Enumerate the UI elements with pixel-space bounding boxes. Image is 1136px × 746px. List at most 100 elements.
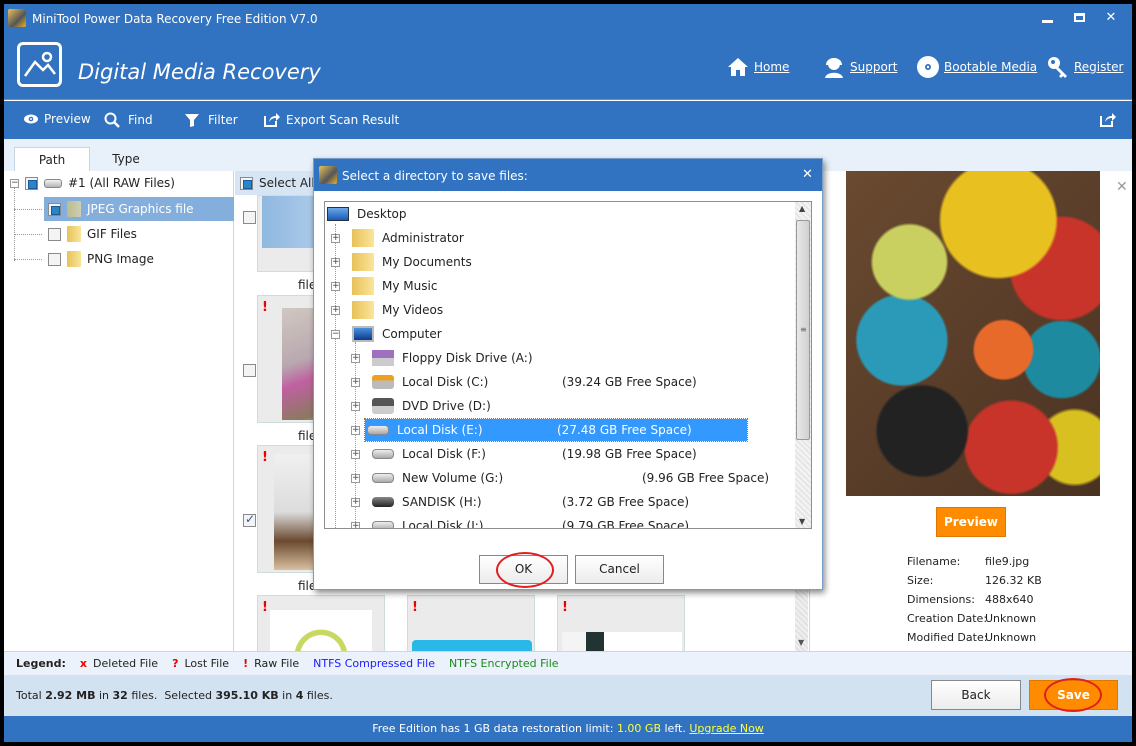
back-button[interactable]: Back [931,680,1021,710]
file-checkbox[interactable] [243,512,256,527]
directory-label: Local Disk (F:) [402,447,486,461]
directory-row[interactable]: + Administrator [331,227,542,249]
status-row: Total 2.92 MB in 32 files. Selected 395.… [4,675,1132,716]
directory-row[interactable]: Desktop [327,203,517,225]
status-text: in [278,689,296,702]
expand-icon[interactable]: + [351,353,360,363]
expand-icon[interactable]: + [351,497,360,507]
tree-item-gif[interactable]: GIF Files [48,222,137,246]
user-folder-icon [352,229,374,247]
nav-register[interactable]: Register [1046,55,1123,79]
file-thumbnail[interactable]: ! [257,595,385,656]
expand-icon[interactable]: + [351,425,360,435]
deleted-marker-icon: x [79,657,88,670]
directory-row[interactable]: + Floppy Disk Drive (A:) [351,347,562,369]
file-checkbox[interactable] [243,211,256,224]
expand-icon[interactable]: + [351,473,360,483]
minimize-button[interactable] [1037,10,1057,28]
directory-tree: Desktop + Administrator + My Documents + My Mu… [324,201,812,529]
search-icon [104,112,120,128]
directory-tree-scrollbar[interactable]: ▲ ≡ ▼ [795,202,811,528]
app-name: Digital Media Recovery [78,60,321,84]
ok-button[interactable]: OK [479,555,568,584]
collapse-icon[interactable]: − [331,329,340,339]
tree-item-checkbox[interactable] [48,252,61,266]
file-checkbox[interactable] [243,364,256,377]
filter-tool-button[interactable]: Filter [184,112,238,128]
share-export-button[interactable] [1100,112,1116,127]
expand-icon[interactable]: + [351,377,360,387]
directory-row[interactable]: + SANDISK (H:) (3.72 GB Free Space) [351,491,689,513]
file-thumbnail[interactable]: ! [557,595,685,656]
directory-row[interactable]: + My Documents [331,251,542,273]
expand-icon[interactable]: + [331,257,340,267]
dialog-close-button[interactable]: ✕ [802,167,813,182]
tab-path[interactable]: Path [14,147,90,171]
expand-icon[interactable]: + [331,305,340,315]
info-label: Creation Date: [907,612,988,625]
usb-drive-icon [372,497,394,507]
expand-icon[interactable]: + [331,233,340,243]
scroll-up-icon[interactable]: ▲ [799,204,805,213]
scroll-down-icon[interactable]: ▼ [799,517,805,526]
tree-item-checkbox[interactable] [48,227,61,241]
select-all-checkbox[interactable] [240,176,253,190]
preview-tool-button[interactable]: Preview [24,112,91,126]
directory-row[interactable]: + My Music [331,275,542,297]
directory-row[interactable]: + DVD Drive (D:) [351,395,562,417]
close-preview-icon[interactable]: ✕ [1116,179,1128,195]
tab-type[interactable]: Type [88,147,164,171]
title-bar: MiniTool Power Data Recovery Free Editio… [4,4,1132,34]
directory-row[interactable]: + Local Disk (F:) (19.98 GB Free Space) [351,443,697,465]
legend-lost: Lost File [184,657,230,670]
app-icon [319,166,337,184]
directory-row[interactable]: + New Volume (G:) (9.96 GB Free Space) [351,467,769,489]
desktop-icon [327,207,349,221]
save-button[interactable]: Save [1029,680,1118,710]
raw-file-marker: ! [262,450,268,465]
collapse-icon[interactable]: − [10,178,19,188]
upgrade-now-link[interactable]: Upgrade Now [689,722,763,735]
directory-row[interactable]: + Local Disk (C:) (39.24 GB Free Space) [351,371,697,393]
drive-icon [372,449,394,459]
expand-icon[interactable]: + [351,449,360,459]
directory-row[interactable]: + Local Disk (E:) (27.48 GB Free Space) [351,418,748,442]
directory-label: SANDISK (H:) [402,495,482,509]
close-button[interactable]: ✕ [1101,10,1121,28]
maximize-button[interactable] [1069,10,1089,28]
nav-home[interactable]: Home [726,55,789,79]
disc-icon [917,56,939,78]
directory-label: Local Disk (I:) [402,519,484,529]
tree-item-png[interactable]: PNG Image [48,247,154,271]
export-scan-result-button[interactable]: Export Scan Result [264,112,399,127]
app-window: MiniTool Power Data Recovery Free Editio… [4,4,1132,742]
info-label: Size: [907,574,934,587]
scroll-down-icon[interactable]: ▼ [798,638,804,647]
tree-root-checkbox[interactable] [25,176,38,190]
find-tool-button[interactable]: Find [104,112,153,128]
info-modified-date: Unknown [985,631,1037,644]
tree-root[interactable]: − #1 (All RAW Files) [10,171,175,195]
scrollbar-thumb[interactable]: ≡ [796,220,810,440]
preview-image [846,171,1100,496]
app-header: Digital Media Recovery Home Support Boot… [4,34,1132,100]
tree-item-checkbox[interactable] [48,202,61,216]
directory-row[interactable]: + Local Disk (I:) (9.79 GB Free Space) [351,515,689,529]
tree-item-label: GIF Files [87,227,137,241]
tree-item-jpeg[interactable]: JPEG Graphics file [44,197,234,221]
status-text: in [95,689,113,702]
nav-bootable-media[interactable]: Bootable Media [916,55,1037,79]
nav-support[interactable]: Support [822,55,897,79]
cancel-button[interactable]: Cancel [575,555,664,584]
expand-icon[interactable]: + [351,401,360,411]
directory-row[interactable]: + My Videos [331,299,542,321]
expand-icon[interactable]: + [331,281,340,291]
preview-pane: ✕ Preview Filename: file9.jpg Size: 126.… [809,171,1132,651]
tree-item-label: JPEG Graphics file [87,202,194,216]
directory-row[interactable]: − Computer [331,323,542,345]
file-thumbnail[interactable]: ! [407,595,535,656]
free-space-label: (27.48 GB Free Space) [557,423,692,437]
preview-button[interactable]: Preview [936,507,1006,537]
expand-icon[interactable]: + [351,521,360,528]
nav-support-label: Support [850,60,898,74]
